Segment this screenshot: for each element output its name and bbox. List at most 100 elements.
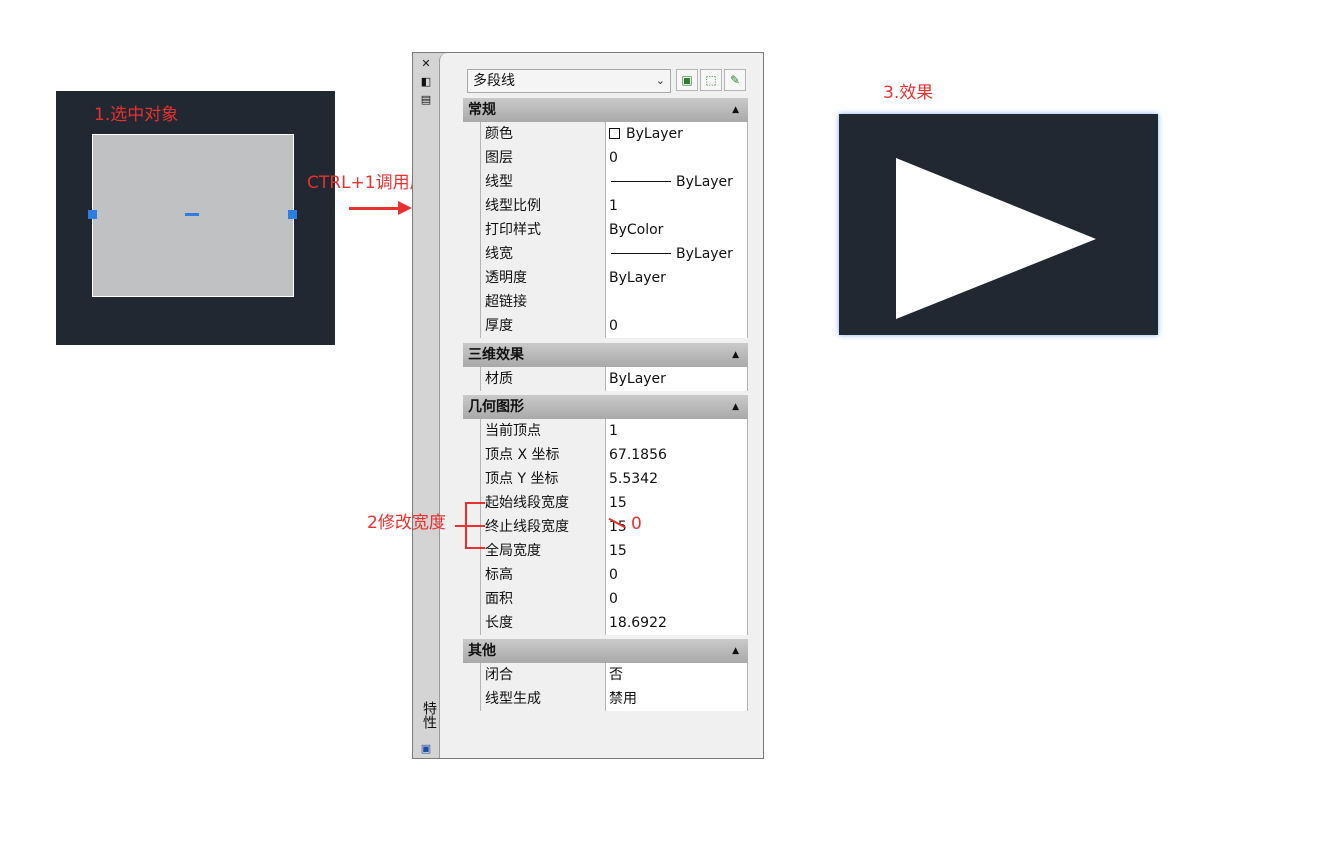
collapse-icon: ▲ — [732, 105, 739, 115]
drawing-viewport-after — [839, 114, 1158, 335]
prop-row-vertex-y[interactable]: 顶点 Y 坐标 5.5342 — [480, 467, 748, 491]
prop-row-area[interactable]: 面积 0 — [480, 587, 748, 611]
prop-name: 面积 — [480, 587, 606, 611]
prop-value[interactable]: 0 — [606, 587, 748, 611]
collapse-icon: ▲ — [732, 402, 739, 412]
prop-row-closed[interactable]: 闭合 否 — [480, 663, 748, 687]
grip-left[interactable] — [88, 210, 97, 219]
hint-arrow-head — [398, 201, 412, 215]
prop-row-ltscale[interactable]: 线型比例 1 — [480, 194, 748, 218]
prop-row-end-width[interactable]: 终止线段宽度 15 — [480, 515, 748, 539]
palette-content: 多段线 ⌄ ▣ ⬚ ✎ 常规 ▲ 颜色 ByLayer 图层 0 线型 ByLa… — [439, 53, 763, 758]
prop-value[interactable]: 1 — [606, 419, 748, 443]
prop-value[interactable]: ByLayer — [606, 367, 748, 391]
step1-label: 1.选中对象 — [94, 105, 179, 125]
prop-name: 线型比例 — [480, 194, 606, 218]
prop-row-linetype[interactable]: 线型 ByLayer — [480, 170, 748, 194]
drawing-viewport-before — [56, 91, 335, 345]
toggle-pickadd-button[interactable]: ▣ — [676, 69, 698, 91]
prop-row-current-vertex[interactable]: 当前顶点 1 — [480, 419, 748, 443]
prop-name: 终止线段宽度 — [480, 515, 606, 539]
prop-name: 超链接 — [480, 290, 606, 314]
hint-arrow-shaft — [349, 207, 401, 210]
linetype-sample-icon — [611, 181, 671, 182]
prop-row-elevation[interactable]: 标高 0 — [480, 563, 748, 587]
prop-name: 线宽 — [480, 242, 606, 266]
prop-value[interactable]: ByColor — [606, 218, 748, 242]
quick-select-button[interactable]: ✎ — [724, 69, 746, 91]
palette-title: 特性 — [421, 701, 437, 729]
prop-value[interactable]: 15 — [606, 539, 748, 563]
prop-value[interactable]: 禁用 — [606, 687, 748, 711]
prop-name: 闭合 — [480, 663, 606, 687]
section-3d-header[interactable]: 三维效果 ▲ — [463, 343, 748, 367]
prop-value[interactable]: 18.6922 — [606, 611, 748, 635]
section-geometry-title: 几何图形 — [468, 399, 524, 415]
prop-name: 图层 — [480, 146, 606, 170]
prop-name: 线型 — [480, 170, 606, 194]
prop-name: 材质 — [480, 367, 606, 391]
section-general-header[interactable]: 常规 ▲ — [463, 98, 748, 122]
prop-value[interactable]: 5.5342 — [606, 467, 748, 491]
grip-midpoint[interactable] — [185, 213, 199, 216]
prop-name: 颜色 — [480, 122, 606, 146]
prop-name: 标高 — [480, 563, 606, 587]
close-icon[interactable]: ✕ — [420, 58, 432, 70]
prop-name: 顶点 Y 坐标 — [480, 467, 606, 491]
prop-value[interactable]: 67.1856 — [606, 443, 748, 467]
prop-name: 顶点 X 坐标 — [480, 443, 606, 467]
prop-value[interactable]: ByLayer — [606, 266, 748, 290]
prop-name: 透明度 — [480, 266, 606, 290]
prop-value[interactable] — [606, 290, 748, 314]
prop-row-length[interactable]: 长度 18.6922 — [480, 611, 748, 635]
prop-value[interactable]: 0 — [606, 563, 748, 587]
prop-value[interactable]: ByLayer — [606, 242, 748, 266]
prop-value[interactable]: ByLayer — [606, 122, 748, 146]
prop-value[interactable]: ByLayer — [606, 170, 748, 194]
section-3d-title: 三维效果 — [468, 347, 524, 363]
bracket-tick-global — [465, 547, 485, 549]
section-general-title: 常规 — [468, 102, 496, 118]
result-svg — [896, 158, 1096, 319]
step2-label: 2修改宽度 — [367, 513, 446, 533]
prop-row-global-width[interactable]: 全局宽度 15 — [480, 539, 748, 563]
prop-name: 长度 — [480, 611, 606, 635]
prop-name: 厚度 — [480, 314, 606, 338]
section-geometry-header[interactable]: 几何图形 ▲ — [463, 395, 748, 419]
prop-row-transparency[interactable]: 透明度 ByLayer — [480, 266, 748, 290]
lineweight-sample-icon — [611, 253, 671, 254]
prop-value[interactable]: 15 — [606, 515, 748, 539]
palette-options-icon[interactable]: ▤ — [420, 94, 432, 106]
prop-row-thickness[interactable]: 厚度 0 — [480, 314, 748, 338]
prop-name: 打印样式 — [480, 218, 606, 242]
prop-row-material[interactable]: 材质 ByLayer — [480, 367, 748, 391]
object-type-value: 多段线 — [473, 73, 515, 89]
prop-row-start-width[interactable]: 起始线段宽度 15 — [480, 491, 748, 515]
prop-row-hyperlink[interactable]: 超链接 — [480, 290, 748, 314]
palette-title-strip: ✕ ◧ ▤ 特性 ▣ — [413, 53, 439, 758]
prop-value[interactable]: 0 — [606, 314, 748, 338]
prop-name: 当前顶点 — [480, 419, 606, 443]
prop-row-lineweight[interactable]: 线宽 ByLayer — [480, 242, 748, 266]
section-misc-title: 其他 — [468, 643, 496, 659]
prop-name: 全局宽度 — [480, 539, 606, 563]
prop-row-color[interactable]: 颜色 ByLayer — [480, 122, 748, 146]
object-type-select[interactable]: 多段线 ⌄ — [467, 69, 671, 93]
prop-value[interactable]: 15 — [606, 491, 748, 515]
prop-value[interactable]: 0 — [606, 146, 748, 170]
grip-right[interactable] — [288, 210, 297, 219]
prop-value-text: ByLayer — [676, 174, 733, 190]
prop-value[interactable]: 否 — [606, 663, 748, 687]
prop-name: 起始线段宽度 — [480, 491, 606, 515]
prop-value[interactable]: 1 — [606, 194, 748, 218]
prop-row-layer[interactable]: 图层 0 — [480, 146, 748, 170]
autohide-icon[interactable]: ◧ — [420, 76, 432, 88]
prop-row-plotstyle[interactable]: 打印样式 ByColor — [480, 218, 748, 242]
section-misc-header[interactable]: 其他 ▲ — [463, 639, 748, 663]
select-objects-button[interactable]: ⬚ — [700, 69, 722, 91]
arrow-triangle-shape — [896, 158, 1096, 319]
prop-row-ltgen[interactable]: 线型生成 禁用 — [480, 687, 748, 711]
prop-row-vertex-x[interactable]: 顶点 X 坐标 67.1856 — [480, 443, 748, 467]
bracket-tick-start — [465, 502, 485, 504]
prop-value-text: ByLayer — [676, 246, 733, 262]
